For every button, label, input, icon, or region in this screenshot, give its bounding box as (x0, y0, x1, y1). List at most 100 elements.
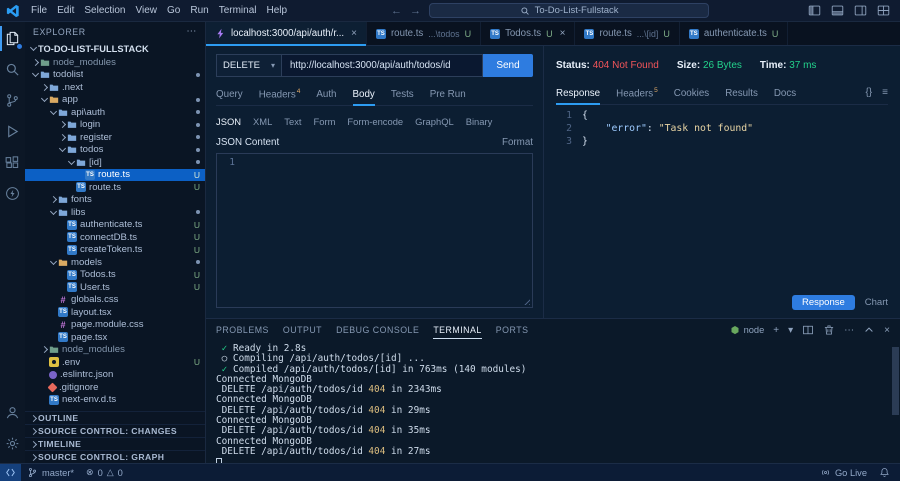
editor-tab-localhost-3000-api-auth-r[interactable]: localhost:3000/api/auth/r...× (206, 22, 367, 45)
toggle-secondary-sidebar-icon[interactable] (854, 4, 867, 17)
request-tab-pre-run[interactable]: Pre Run (430, 86, 466, 105)
terminal[interactable]: ✓ Ready in 2.8s ○ Compiling /api/auth/to… (206, 341, 900, 463)
url-input[interactable]: http://localhost:3000/api/auth/todos/id (282, 54, 483, 77)
tree-item-layout-tsx[interactable]: TSlayout.tsx (25, 306, 205, 319)
section-source-control-changes[interactable]: SOURCE CONTROL: CHANGES (25, 424, 205, 437)
git-branch-item[interactable]: master* (21, 464, 80, 481)
menu-go[interactable]: Go (162, 5, 185, 16)
tree-item-env[interactable]: .envU (25, 356, 205, 369)
request-tab-auth[interactable]: Auth (316, 86, 336, 105)
accounts-icon[interactable] (0, 398, 25, 427)
tree-item-todos-ts[interactable]: TSTodos.tsU (25, 269, 205, 282)
format-braces-icon[interactable]: {} (865, 87, 872, 98)
problems-indicator[interactable]: ⊗0 △0 (80, 464, 129, 481)
response-view-button[interactable]: Response (792, 295, 855, 310)
close-panel-icon[interactable]: × (884, 325, 890, 336)
tree-item-page-tsx[interactable]: TSpage.tsx (25, 331, 205, 344)
chart-view-button[interactable]: Chart (865, 297, 888, 308)
terminal-shell-chip[interactable]: node (730, 325, 765, 335)
tree-item-next-env-d-ts[interactable]: TSnext-env.d.ts (25, 394, 205, 407)
tree-item-user-ts[interactable]: TSUser.tsU (25, 281, 205, 294)
close-icon[interactable]: × (560, 28, 566, 39)
go-live-button[interactable]: Go Live (814, 464, 873, 481)
tree-item-libs[interactable]: libs (25, 206, 205, 219)
extensions-icon[interactable] (0, 148, 25, 177)
tree-item-route-ts[interactable]: TSroute.tsU (25, 169, 205, 182)
body-type-tab-graphql[interactable]: GraphQL (415, 115, 454, 128)
request-tab-headers[interactable]: Headers4 (259, 85, 301, 105)
settings-icon[interactable] (0, 429, 25, 458)
menu-help[interactable]: Help (262, 5, 293, 16)
body-type-tab-form-encode[interactable]: Form-encode (347, 115, 403, 128)
kill-terminal-icon[interactable] (823, 324, 835, 336)
tree-item-next[interactable]: .next (25, 81, 205, 94)
toggle-panel-icon[interactable] (831, 4, 844, 17)
response-tab-headers[interactable]: Headers5 (616, 84, 658, 104)
response-tab-results[interactable]: Results (725, 85, 758, 104)
workspace-root-item[interactable]: TO-DO-LIST-FULLSTACK (25, 41, 205, 56)
remote-indicator[interactable] (0, 464, 21, 481)
run-and-debug-icon[interactable] (0, 117, 25, 146)
editor-tab-todos-ts[interactable]: TSTodos.tsU× (481, 22, 575, 45)
search-icon[interactable] (0, 55, 25, 84)
panel-tab-output[interactable]: OUTPUT (283, 319, 322, 341)
source-control-icon[interactable] (0, 86, 25, 115)
method-dropdown[interactable]: DELETE ▾ (216, 54, 282, 77)
body-type-tab-form[interactable]: Form (314, 115, 336, 128)
editor-tab-route-ts[interactable]: TSroute.ts...\[id]U (575, 22, 679, 45)
menu-view[interactable]: View (131, 5, 163, 16)
section-outline[interactable]: OUTLINE (25, 411, 205, 424)
more-actions-icon[interactable]: ⋯ (844, 325, 854, 336)
editor-tab-route-ts[interactable]: TSroute.ts...\todosU (367, 22, 481, 45)
terminal-dropdown-icon[interactable]: ▾ (788, 325, 793, 336)
tree-item-authenticate-ts[interactable]: TSauthenticate.tsU (25, 219, 205, 232)
send-button[interactable]: Send (483, 54, 533, 77)
customize-layout-icon[interactable] (877, 4, 890, 17)
tree-item-models[interactable]: models (25, 256, 205, 269)
thunder-client-icon[interactable] (0, 179, 25, 208)
body-type-tab-text[interactable]: Text (284, 115, 301, 128)
json-body-editor[interactable]: 1 (216, 153, 533, 308)
tree-item-eslintrc-json[interactable]: .eslintrc.json (25, 369, 205, 382)
tree-item-createtoken-ts[interactable]: TScreateToken.tsU (25, 244, 205, 257)
response-tab-cookies[interactable]: Cookies (674, 85, 709, 104)
panel-tab-ports[interactable]: PORTS (496, 319, 529, 341)
response-tab-response[interactable]: Response (556, 85, 600, 104)
maximize-panel-icon[interactable] (863, 324, 875, 336)
close-icon[interactable]: × (351, 28, 357, 39)
tree-item-globals-css[interactable]: #globals.css (25, 294, 205, 307)
request-tab-body[interactable]: Body (353, 86, 375, 105)
new-terminal-icon[interactable]: + (773, 325, 779, 336)
tree-item-fonts[interactable]: fonts (25, 194, 205, 207)
tree-item-login[interactable]: login (25, 119, 205, 132)
panel-tab-debug-console[interactable]: DEBUG CONSOLE (336, 319, 419, 341)
tree-item-register[interactable]: register (25, 131, 205, 144)
split-terminal-icon[interactable] (802, 324, 814, 336)
tree-item-app[interactable]: app (25, 94, 205, 107)
word-wrap-lines-icon[interactable]: ≡ (882, 87, 888, 98)
request-tab-query[interactable]: Query (216, 86, 243, 105)
menu-terminal[interactable]: Terminal (214, 5, 262, 16)
request-tab-tests[interactable]: Tests (391, 86, 414, 105)
format-link[interactable]: Format (502, 137, 533, 148)
panel-tab-problems[interactable]: PROBLEMS (216, 319, 269, 341)
response-tab-docs[interactable]: Docs (774, 85, 796, 104)
body-type-tab-json[interactable]: JSON (216, 115, 241, 128)
tree-item-connectdb-ts[interactable]: TSconnectDB.tsU (25, 231, 205, 244)
tree-item-todos[interactable]: todos (25, 144, 205, 157)
section-timeline[interactable]: TIMELINE (25, 437, 205, 450)
tree-item-gitignore[interactable]: .gitignore (25, 381, 205, 394)
tree-item-route-ts[interactable]: TSroute.tsU (25, 181, 205, 194)
tree-item-api-auth[interactable]: api\auth (25, 106, 205, 119)
body-type-tab-binary[interactable]: Binary (466, 115, 493, 128)
panel-tab-terminal[interactable]: TERMINAL (433, 319, 481, 341)
command-center-search[interactable]: To-Do-List-Fullstack (429, 3, 709, 18)
terminal-scrollbar[interactable] (892, 347, 899, 415)
menu-edit[interactable]: Edit (52, 5, 79, 16)
menu-file[interactable]: File (26, 5, 52, 16)
menu-run[interactable]: Run (185, 5, 213, 16)
notifications-bell-icon[interactable] (873, 464, 896, 481)
more-actions-icon[interactable]: ⋯ (186, 26, 197, 37)
back-arrow-icon[interactable]: ← (391, 5, 402, 17)
resize-handle-icon[interactable] (522, 297, 530, 305)
